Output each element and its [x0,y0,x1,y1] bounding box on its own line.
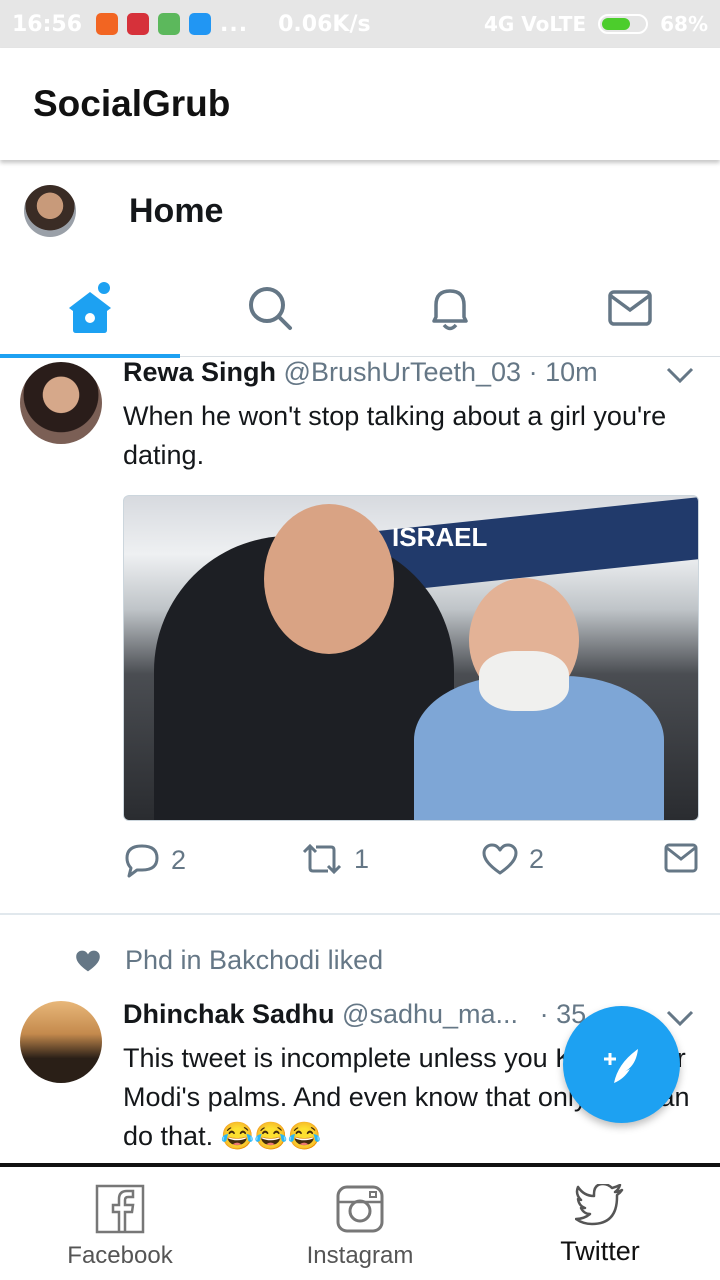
calendar-app-icon [127,13,150,35]
network-speed: 0.06K/s [278,11,371,37]
bottom-navigation: Facebook Instagram Twitter [0,1163,720,1280]
bell-icon [432,288,468,330]
mi-app-icon [96,13,119,35]
twitter-header: Home [0,163,720,259]
heart-icon [482,843,518,875]
mail-icon [664,843,698,873]
chevron-down-icon[interactable] [665,365,695,385]
tweet-time: 10m [545,357,598,387]
retweet-icon [302,843,342,875]
instagram-icon [336,1185,384,1233]
tweet-text: When he won't stop talking about a girl … [123,401,667,470]
battery-icon [598,14,649,34]
tweet-header: Rewa Singh @BrushUrTeeth_03 · 10m [123,357,598,388]
status-time: 16:56 [12,11,83,37]
reply-count: 2 [171,844,187,875]
compose-feather-icon [603,1048,638,1083]
chevron-down-icon[interactable] [665,1008,695,1028]
tweet-author-name[interactable]: Rewa Singh [123,357,276,387]
tab-notifications[interactable] [360,259,540,356]
twitter-tabs [0,259,720,358]
nav-twitter-label: Twitter [560,1236,640,1266]
battery-percent: 68% [660,12,708,36]
app-title: SocialGrub [33,83,231,124]
more-notifications: ... [220,11,249,37]
nav-facebook-label: Facebook [67,1242,173,1269]
tab-search[interactable] [180,259,360,356]
tweet-author-avatar[interactable] [20,362,102,444]
nav-instagram[interactable]: Instagram [240,1167,480,1280]
nav-instagram-label: Instagram [306,1242,414,1269]
tweet-separator: · [528,357,538,387]
reply-icon [125,844,159,878]
page-title: Home [129,191,224,230]
image-person-right-beard [479,651,569,711]
reply-button[interactable]: 2 [123,842,186,878]
search-icon [249,286,292,330]
image-person-left-head [264,504,394,654]
status-bar: 16:56 ... 0.06K/s 4G VoLTE 68% [0,0,720,48]
signal-text: 4G VoLTE [483,12,587,36]
tweet-image[interactable]: ISRAEL [123,495,699,821]
tweet-header: Dhinchak Sadhu @sadhu_ma... · 35 [123,999,586,1030]
like-button[interactable]: 2 [481,842,544,876]
profile-avatar[interactable] [24,185,76,237]
tab-messages[interactable] [540,259,720,356]
tweet-author-avatar[interactable] [20,1001,102,1083]
heart-filled-icon [76,950,100,971]
mail-icon [608,289,652,326]
retweet-count: 1 [354,843,370,874]
tweet-actions: 2 1 2 [123,842,700,882]
battery-fill [602,18,630,30]
messenger-app-icon [189,13,212,35]
tweet-author-handle[interactable]: @sadhu_ma... [342,999,518,1029]
tweet-author-handle[interactable]: @BrushUrTeeth_03 [284,357,522,387]
social-context: Phd in Bakchodi liked [74,945,383,976]
app-bar: SocialGrub [0,48,720,160]
tweet-separator: · [539,999,549,1029]
facebook-icon [95,1184,145,1234]
image-banner-text: ISRAEL [392,522,488,552]
nav-facebook[interactable]: Facebook [0,1167,240,1280]
tab-home[interactable] [0,259,180,358]
compose-tweet-button[interactable] [563,1006,680,1123]
like-count: 2 [529,843,545,874]
liked-by-text[interactable]: Phd in Bakchodi liked [125,945,383,976]
twitter-icon [575,1184,624,1226]
sim-app-icon [158,13,181,35]
nav-twitter[interactable]: Twitter [480,1167,720,1280]
tweet-author-name[interactable]: Dhinchak Sadhu [123,999,335,1029]
dm-share-button[interactable] [664,842,698,874]
retweet-button[interactable]: 1 [300,842,369,876]
tweet-divider [0,913,720,915]
home-icon [69,281,111,333]
